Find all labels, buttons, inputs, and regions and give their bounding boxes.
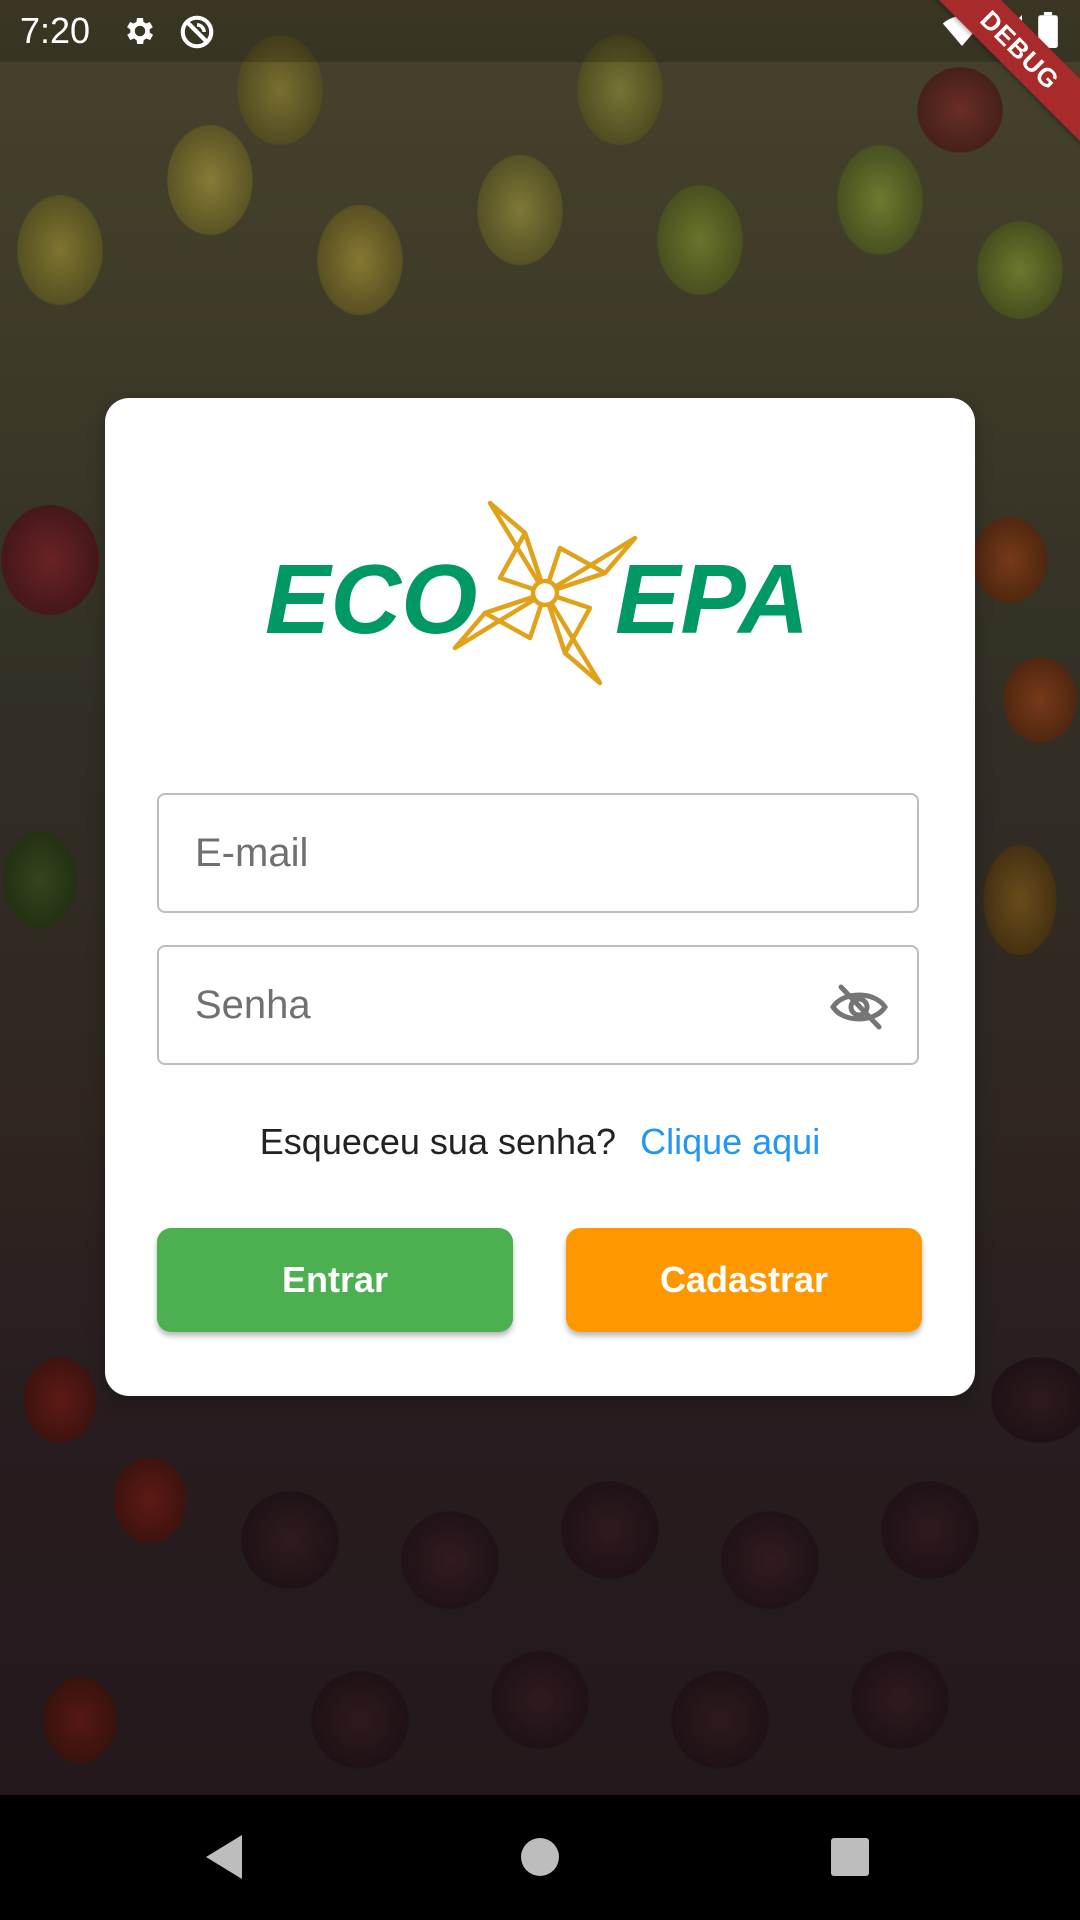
logo-text-left: ECO bbox=[265, 544, 477, 654]
login-card: ECO EPA E-mail Esqueceu sua senha? Cliqu… bbox=[105, 398, 975, 1396]
password-field[interactable] bbox=[157, 945, 919, 1065]
gear-icon bbox=[122, 13, 158, 54]
login-screen: 7:20 DEBUG ECO EPA E-mail Esqueceu sua s… bbox=[0, 0, 1080, 1920]
email-field[interactable] bbox=[157, 793, 919, 913]
sync-disabled-icon bbox=[178, 13, 216, 56]
back-triangle-icon[interactable] bbox=[204, 1833, 244, 1886]
status-bar: 7:20 bbox=[0, 0, 1080, 62]
email-input[interactable] bbox=[195, 795, 815, 911]
forgot-password-row: Esqueceu sua senha? Clique aqui bbox=[105, 1120, 975, 1164]
home-circle-icon[interactable] bbox=[520, 1833, 560, 1886]
navigation-bar bbox=[0, 1795, 1080, 1920]
eye-off-icon[interactable] bbox=[829, 983, 889, 1031]
password-input[interactable] bbox=[195, 947, 815, 1063]
login-button[interactable]: Entrar bbox=[157, 1228, 513, 1332]
forgot-password-link[interactable]: Clique aqui bbox=[640, 1121, 820, 1162]
ecoepa-logo: ECO EPA bbox=[265, 498, 815, 688]
logo-text-right: EPA bbox=[615, 544, 809, 654]
forgot-password-text: Esqueceu sua senha? bbox=[259, 1121, 617, 1162]
register-button[interactable]: Cadastrar bbox=[566, 1228, 922, 1332]
recents-square-icon[interactable] bbox=[830, 1833, 870, 1886]
pinwheel-icon bbox=[452, 500, 638, 686]
status-time: 7:20 bbox=[20, 10, 91, 51]
